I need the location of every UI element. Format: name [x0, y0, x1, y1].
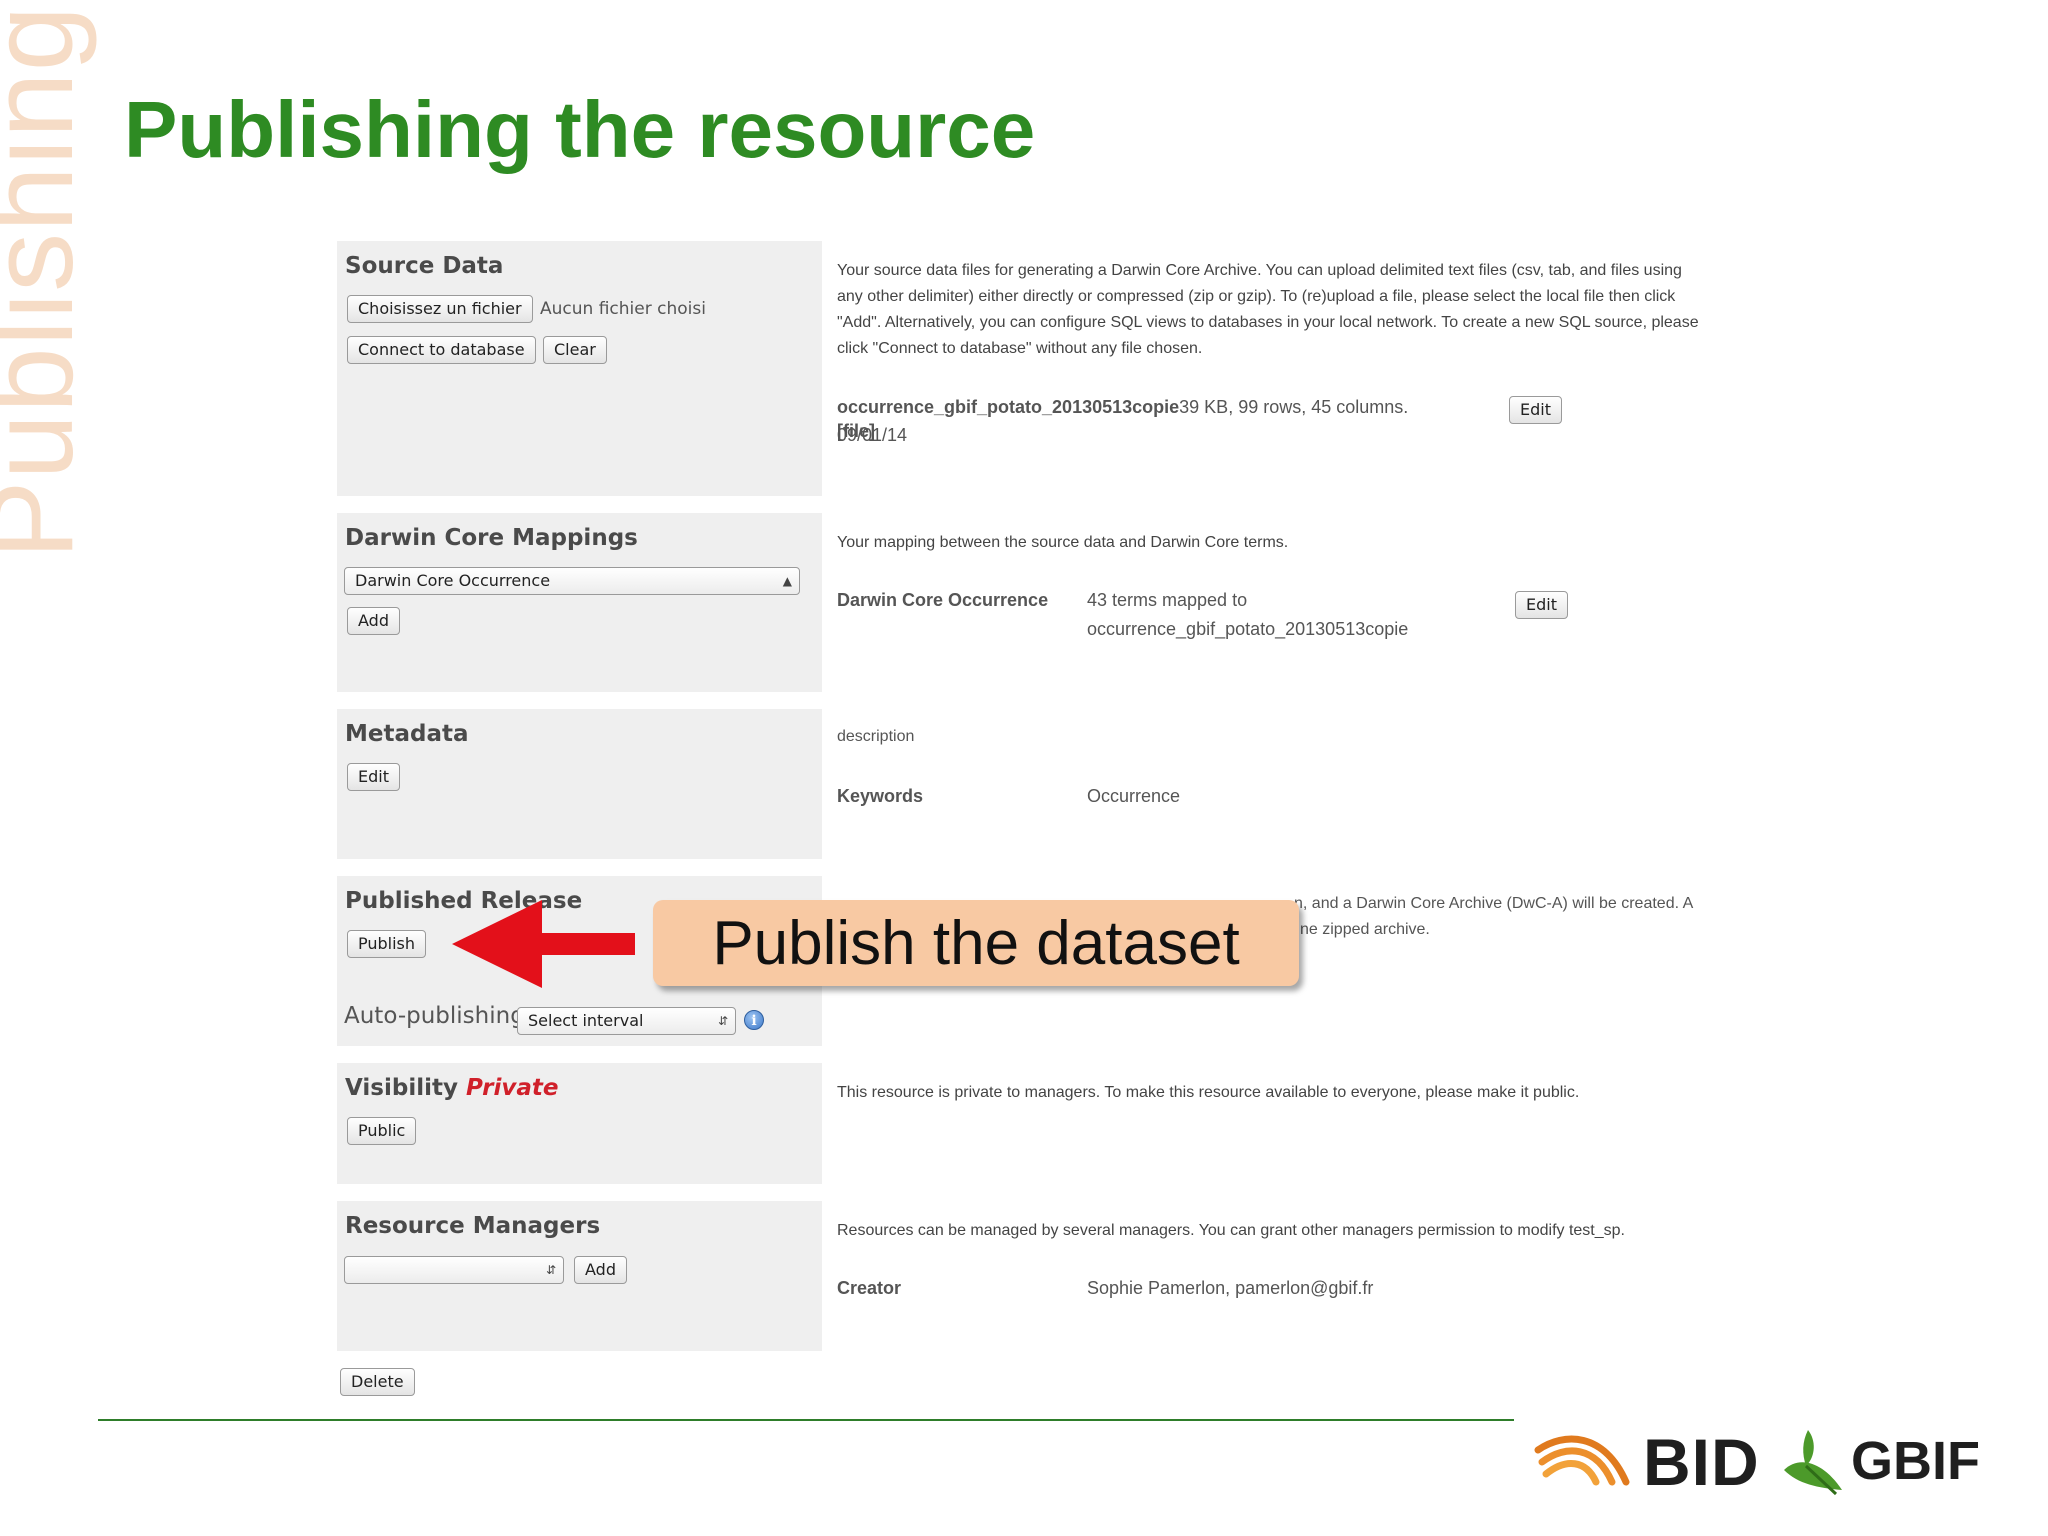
visibility-title: Visibility: [345, 1075, 458, 1101]
make-public-button[interactable]: Public: [347, 1117, 417, 1145]
gbif-leaf-icon: [1784, 1430, 1842, 1496]
source-file-name[interactable]: occurrence_gbif_potato_20130513copie: [837, 397, 1179, 417]
visibility-status: Private: [465, 1075, 559, 1101]
bid-swoosh-icon: [1534, 1435, 1630, 1486]
creator-label: Creator: [837, 1278, 902, 1298]
release-description-line2: ne zipped archive.: [1300, 921, 1430, 938]
publish-callout-text: Publish the dataset: [712, 908, 1240, 978]
mapping-type-value: Darwin Core Occurrence: [355, 571, 551, 590]
source-data-title: Source Data: [345, 253, 504, 279]
publish-callout: Publish the dataset: [653, 900, 1299, 986]
metadata-title: Metadata: [345, 721, 469, 747]
no-file-chosen-text: Aucun fichier choisi: [540, 299, 706, 319]
side-section-label: Publishing: [0, 5, 98, 559]
mappings-panel: Darwin Core Mappings: [337, 513, 822, 692]
auto-publishing-interval-select[interactable]: Select interval ⇵: [517, 1007, 736, 1035]
slide-title: Publishing the resource: [124, 85, 1036, 174]
creator-value: Sophie Pamerlon, pamerlon@gbif.fr: [1087, 1278, 1374, 1298]
source-file-type: [file]: [837, 421, 875, 441]
mapping-type-select[interactable]: Darwin Core Occurrence ▲︎: [344, 567, 800, 595]
side-section-text: Publishing: [0, 4, 99, 560]
select-arrows-icon: ⇵: [545, 1263, 556, 1277]
release-description-line1: n, and a Darwin Core Archive (DwC-A) wil…: [1294, 895, 1694, 912]
interval-value: Select interval: [528, 1011, 644, 1030]
mapping-add-button[interactable]: Add: [347, 607, 400, 635]
source-file-row: occurrence_gbif_potato_20130513copie39 K…: [837, 393, 1477, 449]
mapping-edit-button[interactable]: Edit: [1515, 591, 1568, 619]
managers-description: Resources can be managed by several mana…: [837, 1222, 1625, 1239]
bid-logo-text: BID: [1643, 1425, 1760, 1499]
publish-button[interactable]: Publish: [347, 930, 427, 958]
gbif-logo-text: GBIF: [1851, 1431, 1980, 1491]
select-arrows-icon: ⇵: [717, 1014, 728, 1028]
clear-button[interactable]: Clear: [543, 336, 607, 364]
connect-database-button[interactable]: Connect to database: [347, 336, 536, 364]
mapping-row-value-line2: occurrence_gbif_potato_20130513copie: [1087, 619, 1409, 639]
select-arrows-icon: ▲︎: [782, 574, 792, 588]
source-data-description: Your source data files for generating a …: [837, 262, 1699, 357]
mapping-row-value-line1: 43 terms mapped to: [1087, 590, 1248, 610]
metadata-edit-button[interactable]: Edit: [347, 763, 400, 791]
visibility-heading: Visibility Private: [345, 1075, 814, 1101]
manager-add-button[interactable]: Add: [574, 1256, 627, 1284]
footer-divider: [98, 1419, 1514, 1421]
manager-select[interactable]: ⇵: [344, 1256, 564, 1284]
managers-title: Resource Managers: [345, 1213, 601, 1239]
mappings-description: Your mapping between the source data and…: [837, 534, 1289, 551]
keywords-value: Occurrence: [1087, 786, 1181, 806]
red-arrow-icon: [452, 900, 635, 988]
info-icon[interactable]: i: [744, 1010, 764, 1030]
metadata-description: description: [837, 728, 915, 745]
source-file-edit-button[interactable]: Edit: [1509, 396, 1562, 424]
mappings-title: Darwin Core Mappings: [345, 525, 638, 551]
choose-file-button[interactable]: Choisissez un fichier: [347, 295, 533, 323]
auto-publishing-label: Auto-publishing: [344, 1003, 525, 1029]
source-data-panel: Source Data: [337, 241, 822, 496]
keywords-label: Keywords: [837, 786, 924, 806]
delete-button[interactable]: Delete: [340, 1368, 415, 1396]
metadata-panel: Metadata: [337, 709, 822, 859]
visibility-description: This resource is private to managers. To…: [837, 1084, 1580, 1101]
mapping-row-label[interactable]: Darwin Core Occurrence: [837, 590, 1048, 611]
